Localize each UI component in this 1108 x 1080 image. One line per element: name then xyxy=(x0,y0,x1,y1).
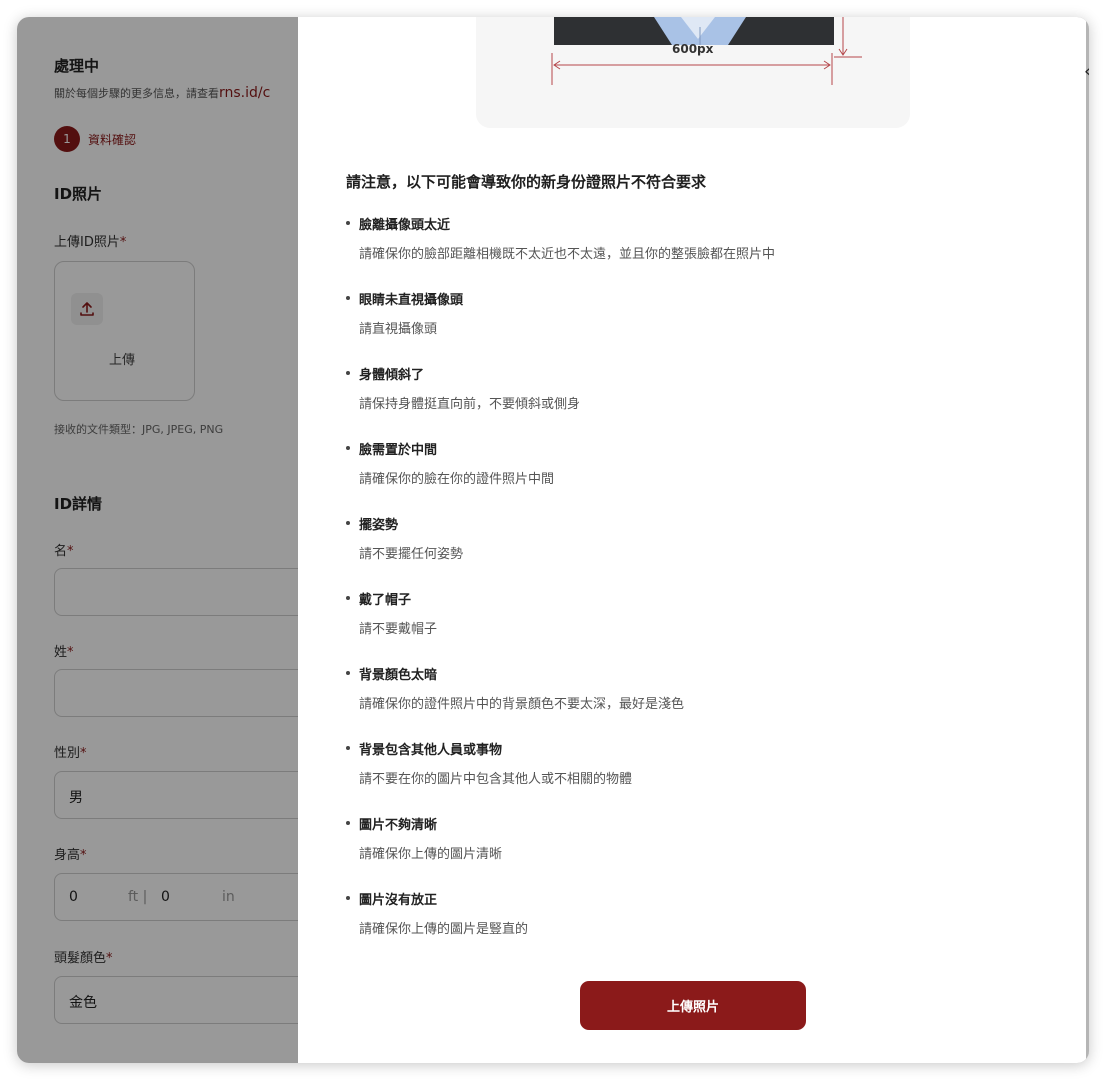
sample-photo-diagram xyxy=(551,17,862,85)
issue-title: 圖片沒有放正 xyxy=(359,892,438,908)
issue-title: 臉需置於中間 xyxy=(359,442,438,458)
requirements-notice: 請注意，以下可能會導致你的新身份證照片不符合要求 xyxy=(346,173,707,191)
requirements-list: 臉離攝像頭太近 請確保你的臉部距離相機既不太近也不太遠，並且你的整張臉都在照片中… xyxy=(346,212,1046,962)
issue-title: 擺姿勢 xyxy=(359,517,399,533)
list-item: 戴了帽子 請不要戴帽子 xyxy=(346,587,1046,662)
sample-photo-card: 600px xyxy=(476,17,910,128)
issue-description: 請不要在你的圖片中包含其他人或不相關的物體 xyxy=(359,772,633,787)
photo-requirements-panel: 600px 請注意，以下可能會導致你的新身份證照片不符合要求 臉離攝像頭太近 請… xyxy=(298,17,1089,1063)
scrollbar[interactable] xyxy=(1086,17,1089,1063)
list-item: 圖片沒有放正 請確保你上傳的圖片是豎直的 xyxy=(346,887,1046,962)
list-item: 擺姿勢 請不要擺任何姿勢 xyxy=(346,512,1046,587)
issue-description: 請確保你的臉部距離相機既不太近也不太遠，並且你的整張臉都在照片中 xyxy=(359,247,776,262)
bullet-icon xyxy=(346,896,350,900)
issue-description: 請確保你的證件照片中的背景顏色不要太深，最好是淺色 xyxy=(359,697,685,712)
issue-title: 臉離攝像頭太近 xyxy=(359,217,451,233)
issue-description: 請不要戴帽子 xyxy=(359,622,438,637)
issue-title: 戴了帽子 xyxy=(359,592,412,608)
list-item: 臉需置於中間 請確保你的臉在你的證件照片中間 xyxy=(346,437,1046,512)
bullet-icon xyxy=(346,371,350,375)
upload-photo-button[interactable]: 上傳照片 xyxy=(580,981,806,1030)
issue-description: 請不要擺任何姿勢 xyxy=(359,547,464,562)
list-item: 圖片不夠清晰 請確保你上傳的圖片清晰 xyxy=(346,812,1046,887)
issue-description: 請直視攝像頭 xyxy=(359,322,438,337)
bullet-icon xyxy=(346,671,350,675)
bullet-icon xyxy=(346,746,350,750)
issue-title: 背景顏色太暗 xyxy=(359,667,438,683)
issue-description: 請保持身體挺直向前，不要傾斜或側身 xyxy=(359,397,581,412)
issue-description: 請確保你上傳的圖片是豎直的 xyxy=(359,922,529,937)
close-icon[interactable]: ‹ xyxy=(1084,61,1089,82)
app-window: 處理中 關於每個步驟的更多信息，請查看rns.id/c 1 資料確認 ID照片 … xyxy=(17,17,1089,1063)
bullet-icon xyxy=(346,596,350,600)
issue-title: 身體傾斜了 xyxy=(359,367,425,383)
bullet-icon xyxy=(346,521,350,525)
photo-width-label: 600px xyxy=(672,42,714,56)
issue-description: 請確保你的臉在你的證件照片中間 xyxy=(359,472,555,487)
list-item: 背景包含其他人員或事物 請不要在你的圖片中包含其他人或不相關的物體 xyxy=(346,737,1046,812)
issue-description: 請確保你上傳的圖片清晰 xyxy=(359,847,503,862)
bullet-icon xyxy=(346,446,350,450)
list-item: 身體傾斜了 請保持身體挺直向前，不要傾斜或側身 xyxy=(346,362,1046,437)
list-item: 背景顏色太暗 請確保你的證件照片中的背景顏色不要太深，最好是淺色 xyxy=(346,662,1046,737)
list-item: 臉離攝像頭太近 請確保你的臉部距離相機既不太近也不太遠，並且你的整張臉都在照片中 xyxy=(346,212,1046,287)
issue-title: 背景包含其他人員或事物 xyxy=(359,742,503,758)
bullet-icon xyxy=(346,821,350,825)
bullet-icon xyxy=(346,296,350,300)
list-item: 眼睛未直視攝像頭 請直視攝像頭 xyxy=(346,287,1046,362)
bullet-icon xyxy=(346,221,350,225)
issue-title: 眼睛未直視攝像頭 xyxy=(359,292,464,308)
issue-title: 圖片不夠清晰 xyxy=(359,817,438,833)
